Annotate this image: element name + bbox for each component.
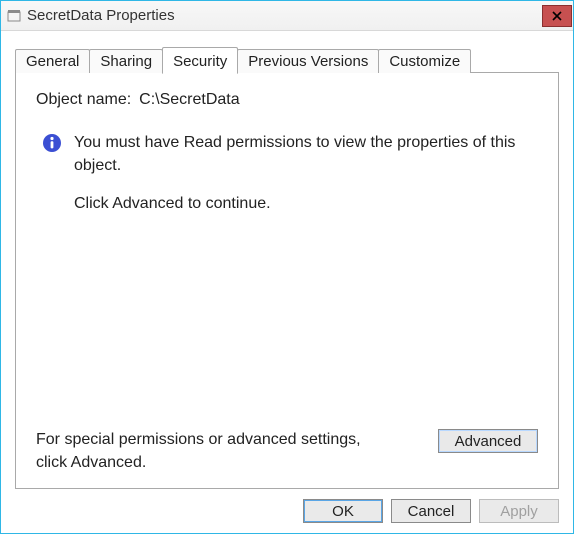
object-name-label: Object name: xyxy=(36,91,131,109)
advanced-hint: For special permissions or advanced sett… xyxy=(36,429,366,474)
titlebar[interactable]: SecretData Properties xyxy=(1,1,573,31)
info-icon xyxy=(42,133,62,153)
properties-dialog: SecretData Properties General Sharing Se… xyxy=(0,0,574,534)
title-left: SecretData Properties xyxy=(7,7,175,24)
object-name-value: C:\SecretData xyxy=(139,91,239,109)
window-icon xyxy=(7,9,21,23)
object-name-row: Object name: C:\SecretData xyxy=(36,91,538,109)
continue-text: Click Advanced to continue. xyxy=(74,195,538,213)
tab-sharing[interactable]: Sharing xyxy=(89,49,163,73)
info-text: You must have Read permissions to view t… xyxy=(74,131,538,177)
tab-general[interactable]: General xyxy=(15,49,90,73)
apply-button: Apply xyxy=(479,499,559,523)
tab-panel-security: Object name: C:\SecretData You must have… xyxy=(15,73,559,489)
tabs-row: General Sharing Security Previous Versio… xyxy=(15,45,559,73)
window-title: SecretData Properties xyxy=(27,7,175,24)
tab-security[interactable]: Security xyxy=(162,47,238,74)
close-button[interactable] xyxy=(542,5,572,27)
tab-customize[interactable]: Customize xyxy=(378,49,471,73)
close-icon xyxy=(552,11,562,21)
advanced-button[interactable]: Advanced xyxy=(438,429,538,453)
ok-button[interactable]: OK xyxy=(303,499,383,523)
dialog-button-bar: OK Cancel Apply xyxy=(1,489,573,533)
content-area: General Sharing Security Previous Versio… xyxy=(1,31,573,489)
info-block: You must have Read permissions to view t… xyxy=(36,131,538,177)
tab-previous-versions[interactable]: Previous Versions xyxy=(237,49,379,73)
cancel-button[interactable]: Cancel xyxy=(391,499,471,523)
spacer xyxy=(36,213,538,429)
bottom-row: For special permissions or advanced sett… xyxy=(36,429,538,474)
